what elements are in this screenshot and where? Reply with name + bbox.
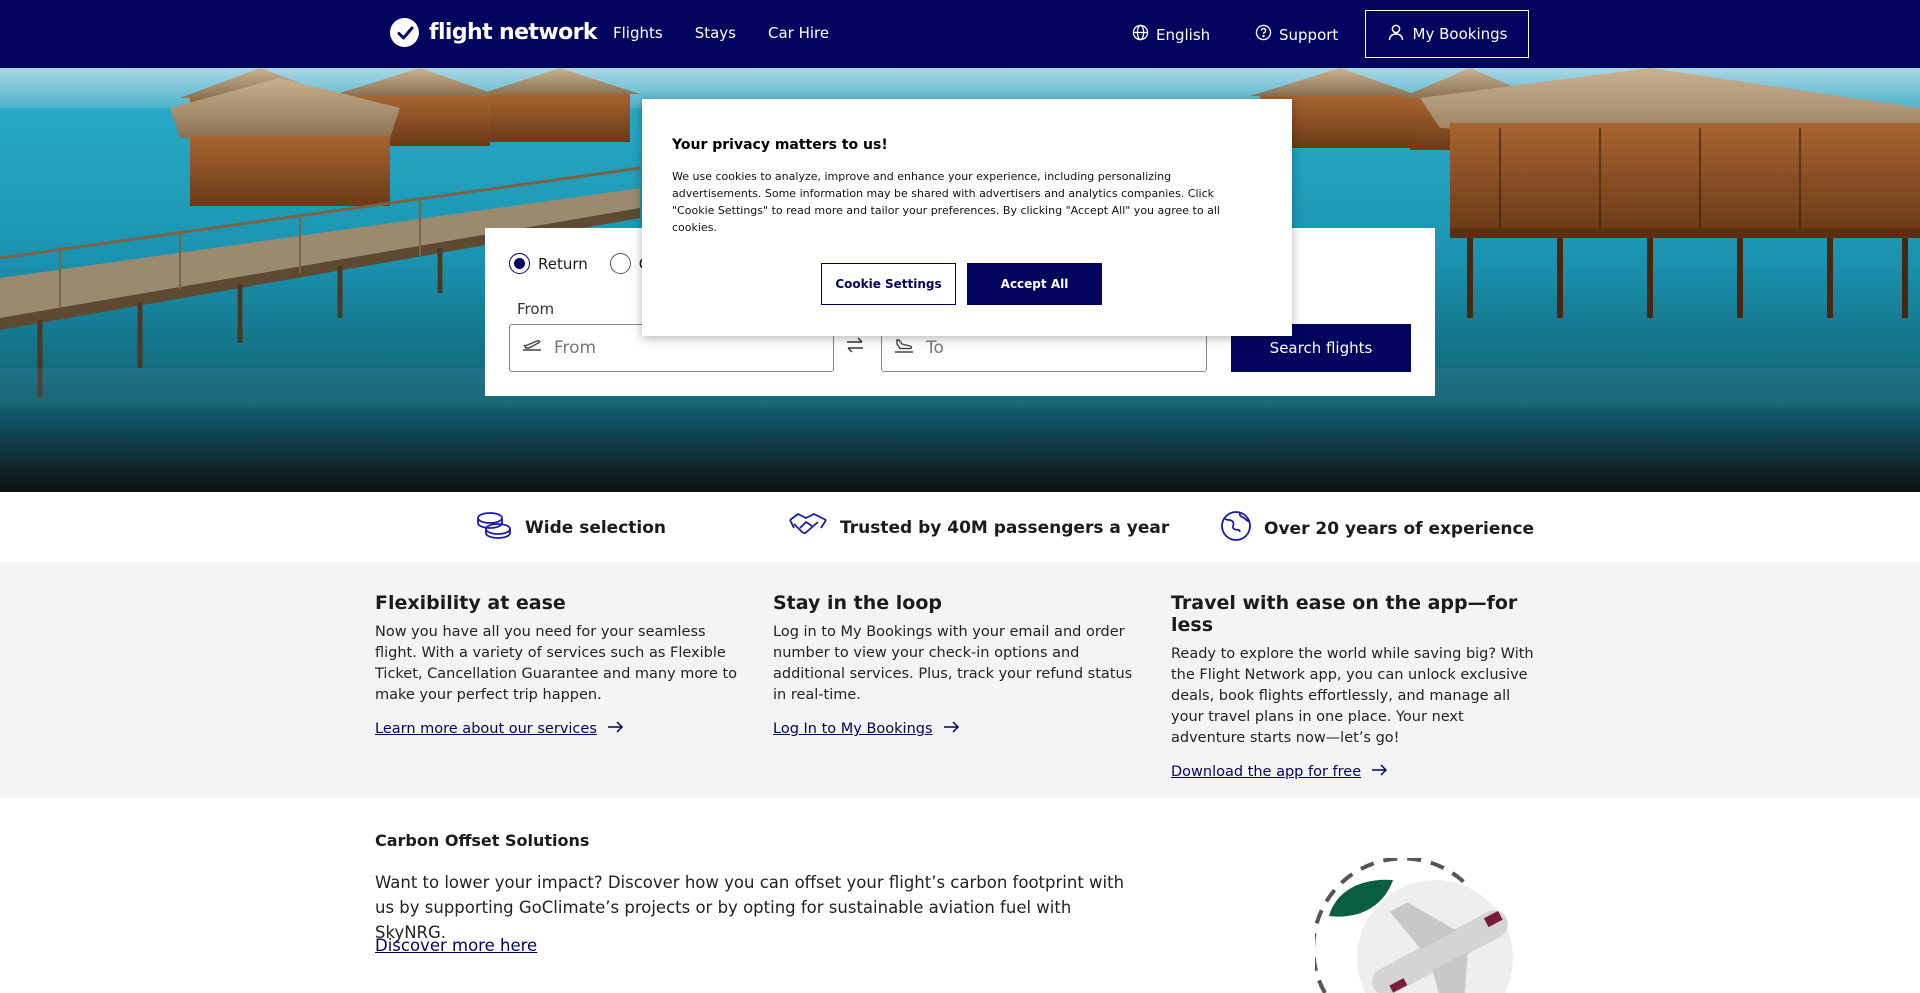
coins-icon — [475, 510, 513, 545]
link-label: Log In to My Bookings — [773, 721, 933, 737]
brand-logo[interactable]: flight network — [390, 18, 597, 47]
user-icon — [1387, 23, 1405, 45]
language-label: English — [1156, 25, 1211, 44]
plane-leaf-illustration — [1315, 858, 1513, 993]
cookie-description: We use cookies to analyze, improve and e… — [672, 170, 1220, 234]
handshake-icon — [788, 510, 828, 545]
usp-wide-selection-label: Wide selection — [525, 517, 667, 538]
swap-arrows-icon — [846, 337, 864, 358]
globe-icon — [1132, 24, 1149, 45]
carbon-title: Carbon Offset Solutions — [375, 831, 590, 850]
landing-icon — [894, 338, 914, 359]
from-placeholder: From — [554, 338, 597, 358]
main-nav: Flights Stays Car Hire — [613, 24, 829, 42]
discover-more-link[interactable]: Discover more here — [375, 936, 537, 955]
top-header: flight network Flights Stays Car Hire En… — [0, 0, 1920, 68]
cookie-consent-dialog: Your privacy matters to us! We use cooki… — [642, 99, 1292, 336]
link-label: Learn more about our services — [375, 721, 597, 737]
radio-unselected-icon — [609, 253, 631, 274]
brand-name: flight network — [429, 20, 597, 45]
arrow-right-icon — [607, 721, 623, 737]
cookie-settings-button[interactable]: Cookie Settings — [821, 263, 956, 305]
globe-icon — [1220, 510, 1252, 547]
info-text: Now you have all you need for your seaml… — [375, 624, 738, 703]
log-in-my-bookings-link[interactable]: Log In to My Bookings — [773, 721, 959, 737]
carbon-offset-section: Carbon Offset Solutions Want to lower yo… — [0, 798, 1920, 993]
info-title: Stay in the loop — [773, 592, 942, 614]
nav-car-hire[interactable]: Car Hire — [768, 24, 829, 42]
trip-type-selector: Return O — [509, 253, 651, 274]
usp-wide-selection: Wide selection — [475, 510, 666, 545]
checkmark-logo-icon — [390, 18, 419, 47]
info-card-app: Travel with ease on the app—for less Rea… — [1171, 592, 1541, 780]
usp-trusted-label: Trusted by 40M passengers a year — [840, 517, 1170, 538]
arrow-right-icon — [1371, 764, 1388, 780]
radio-selected-icon — [509, 253, 530, 274]
carbon-text: Want to lower your impact? Discover how … — [375, 873, 1125, 942]
nav-stays[interactable]: Stays — [695, 24, 736, 42]
swap-direction-button[interactable] — [846, 336, 864, 358]
support-label: Support — [1279, 25, 1339, 44]
info-section: Flexibility at ease Now you have all you… — [0, 562, 1920, 798]
link-label: Download the app for free — [1171, 764, 1362, 780]
takeoff-icon — [522, 338, 542, 359]
trip-type-return-label: Return — [538, 254, 588, 273]
trip-type-return[interactable]: Return — [509, 253, 588, 274]
info-title: Travel with ease on the app—for less — [1171, 592, 1518, 636]
support-link[interactable]: Support — [1255, 24, 1338, 45]
learn-more-services-link[interactable]: Learn more about our services — [375, 721, 623, 737]
my-bookings-button[interactable]: My Bookings — [1365, 10, 1529, 58]
usp-experience-label: Over 20 years of experience — [1264, 518, 1535, 539]
from-field-label: From — [517, 300, 555, 318]
arrow-right-icon — [943, 721, 959, 737]
usp-strip: Wide selection Trusted by 40M passengers… — [0, 492, 1920, 562]
help-icon — [1255, 24, 1272, 45]
info-card-stay-in-loop: Stay in the loop Log in to My Bookings w… — [773, 592, 1143, 737]
nav-flights[interactable]: Flights — [613, 24, 663, 42]
my-bookings-label: My Bookings — [1412, 25, 1508, 43]
cookie-title: Your privacy matters to us! — [672, 137, 888, 153]
to-placeholder: To — [926, 338, 944, 358]
info-title: Flexibility at ease — [375, 592, 566, 614]
accept-all-button[interactable]: Accept All — [967, 263, 1102, 305]
info-card-flexibility: Flexibility at ease Now you have all you… — [375, 592, 745, 737]
usp-experience: Over 20 years of experience — [1220, 510, 1534, 547]
language-selector[interactable]: English — [1132, 24, 1210, 45]
info-text: Log in to My Bookings with your email an… — [773, 624, 1133, 703]
info-text: Ready to explore the world while saving … — [1171, 646, 1534, 746]
usp-trusted: Trusted by 40M passengers a year — [788, 510, 1169, 545]
download-app-link[interactable]: Download the app for free — [1171, 764, 1388, 780]
